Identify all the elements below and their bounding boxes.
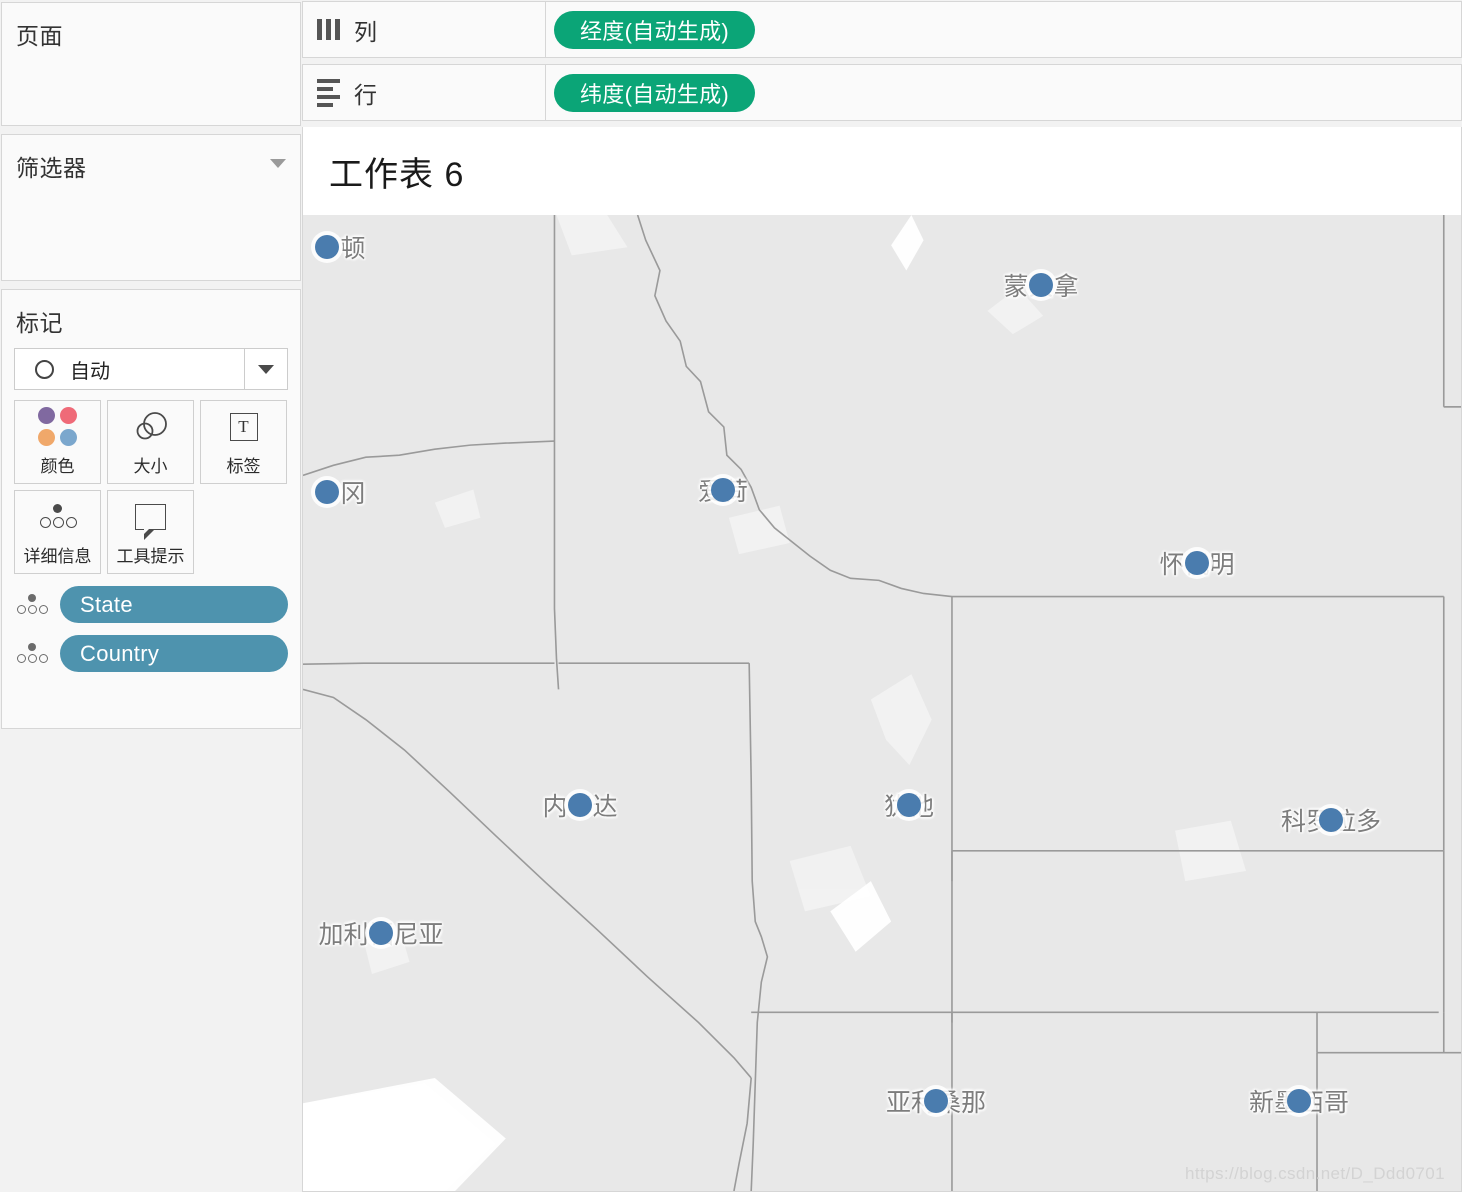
columns-shelf[interactable]: 列 经度(自动生成) bbox=[302, 1, 1462, 58]
filters-panel[interactable]: 筛选器 bbox=[1, 134, 301, 281]
rows-shelf-text: 行 bbox=[354, 81, 377, 108]
mark-dot[interactable] bbox=[1287, 1089, 1311, 1113]
map-canvas[interactable]: 美国 顿 冈 蒙大拿 北达科他 bbox=[303, 215, 1461, 1191]
pill-country-label[interactable]: Country bbox=[60, 635, 288, 672]
pill-state-label[interactable]: State bbox=[60, 586, 288, 623]
marks-pill-country[interactable]: Country bbox=[14, 635, 288, 672]
mark-label: 顿 bbox=[340, 235, 366, 263]
marks-panel-title: 标记 bbox=[16, 310, 63, 336]
mark-dot[interactable] bbox=[568, 793, 592, 817]
mark-dot[interactable] bbox=[924, 1089, 948, 1113]
marks-body: 自动 颜色 大小 T 标签 详细信息 工具提示 State Country bbox=[2, 348, 300, 672]
filters-panel-title: 筛选器 bbox=[16, 155, 87, 181]
detail-dots-icon bbox=[14, 593, 52, 617]
main-area: 列 经度(自动生成) 行 纬度(自动生成) 工作表 6 顿 冈 https://… bbox=[302, 0, 1462, 1192]
mark-label: 冈 bbox=[340, 480, 366, 508]
tooltip-bubble-icon bbox=[135, 498, 166, 540]
map-geometry bbox=[303, 215, 1461, 1191]
label-button[interactable]: T 标签 bbox=[200, 400, 287, 484]
marks-pill-state[interactable]: State bbox=[14, 586, 288, 623]
size-button-label: 大小 bbox=[133, 456, 168, 476]
size-circles-icon bbox=[131, 408, 171, 446]
columns-shelf-field: 经度(自动生成) bbox=[546, 10, 756, 49]
mark-dot[interactable] bbox=[897, 793, 921, 817]
label-button-label: 标签 bbox=[226, 456, 261, 476]
pages-panel[interactable]: 页面 bbox=[1, 2, 301, 126]
columns-shelf-label: 列 bbox=[303, 2, 546, 57]
marks-buttons-row-1: 颜色 大小 T 标签 bbox=[14, 400, 288, 484]
pages-panel-title: 页面 bbox=[16, 23, 63, 49]
tableau-worksheet-window: 页面 筛选器 标记 自动 颜色 大小 T 标签 详细信息 工具提示 State … bbox=[0, 0, 1462, 1192]
color-button[interactable]: 颜色 bbox=[14, 400, 101, 484]
rows-shelf-field: 纬度(自动生成) bbox=[546, 73, 756, 112]
columns-shelf-text: 列 bbox=[354, 18, 377, 45]
mark-type-value: 自动 bbox=[70, 360, 110, 383]
worksheet-title: 工作表 6 bbox=[303, 127, 1461, 215]
marks-panel: 标记 自动 颜色 大小 T 标签 详细信息 工具提示 State Country bbox=[1, 289, 301, 729]
size-button[interactable]: 大小 bbox=[107, 400, 194, 484]
mark-dot[interactable] bbox=[1319, 808, 1343, 832]
visualization-pane: 工作表 6 顿 冈 https://blog.csdn.net/D_Ddd070… bbox=[302, 127, 1462, 1192]
chevron-down-icon[interactable] bbox=[270, 159, 286, 168]
pill-longitude[interactable]: 经度(自动生成) bbox=[554, 10, 756, 49]
rows-shelf[interactable]: 行 纬度(自动生成) bbox=[302, 64, 1462, 121]
mark-dot[interactable] bbox=[1185, 551, 1209, 575]
mark-dot[interactable] bbox=[315, 480, 339, 504]
mark-dot[interactable] bbox=[315, 235, 339, 259]
mark-dot[interactable] bbox=[711, 478, 735, 502]
label-text-icon: T bbox=[229, 408, 258, 446]
tooltip-button[interactable]: 工具提示 bbox=[107, 490, 194, 574]
chevron-down-icon bbox=[258, 364, 274, 374]
detail-dots-icon bbox=[14, 642, 52, 666]
rows-icon bbox=[317, 78, 340, 107]
columns-icon bbox=[317, 19, 340, 40]
mark-type-dropdown[interactable]: 自动 bbox=[14, 348, 288, 390]
mark-type-dropdown-arrow[interactable] bbox=[244, 349, 287, 389]
tooltip-button-label: 工具提示 bbox=[116, 546, 185, 566]
detail-dots-icon bbox=[36, 498, 80, 536]
detail-button[interactable]: 详细信息 bbox=[14, 490, 101, 574]
mark-dot[interactable] bbox=[1029, 273, 1053, 297]
mark-dot[interactable] bbox=[369, 921, 393, 945]
marks-buttons-row-2: 详细信息 工具提示 bbox=[14, 490, 288, 574]
color-palette-icon bbox=[38, 407, 77, 446]
color-button-label: 颜色 bbox=[40, 456, 75, 476]
mark-type-current[interactable]: 自动 bbox=[15, 355, 244, 384]
circle-icon bbox=[35, 359, 54, 379]
pill-latitude[interactable]: 纬度(自动生成) bbox=[554, 73, 756, 112]
rows-shelf-label: 行 bbox=[303, 65, 546, 120]
left-sidebar: 页面 筛选器 标记 自动 颜色 大小 T 标签 详细信息 工具提示 State … bbox=[0, 0, 302, 1192]
detail-button-label: 详细信息 bbox=[23, 546, 92, 566]
watermark: https://blog.csdn.net/D_Ddd0701 bbox=[1184, 1164, 1445, 1183]
